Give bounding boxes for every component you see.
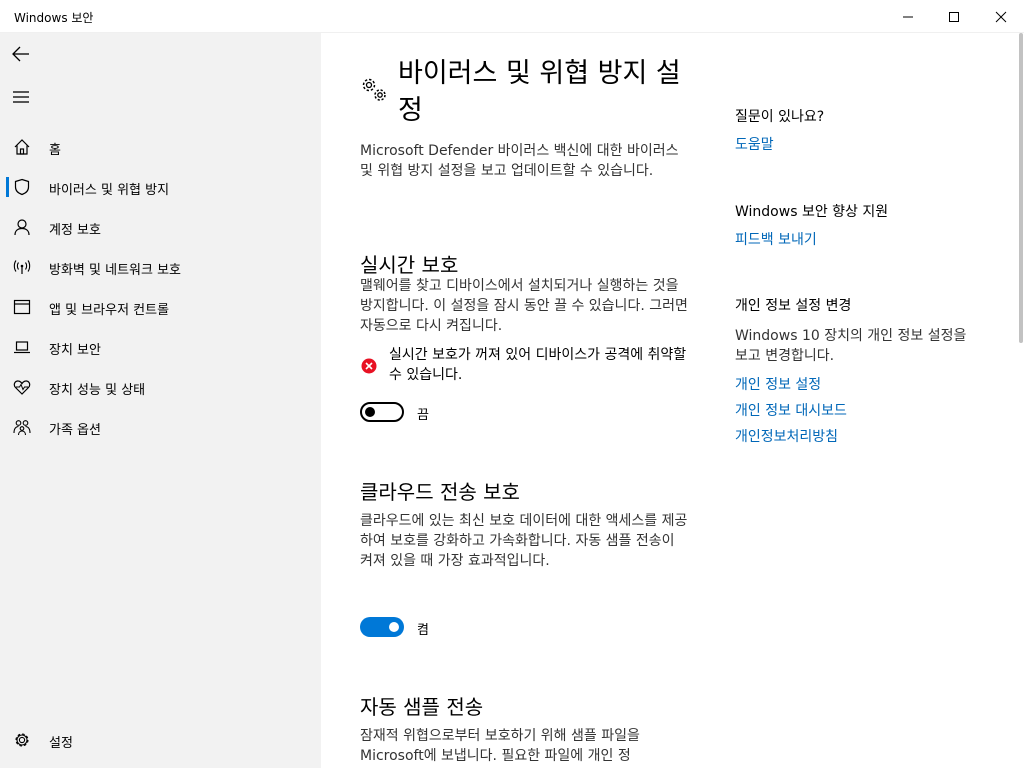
- back-arrow-icon: [12, 46, 29, 62]
- sidebar-item-label: 계정 보호: [49, 223, 101, 238]
- privacy-statement-link[interactable]: 개인정보처리방침: [735, 426, 838, 446]
- section-title-sample: 자동 샘플 전송: [360, 695, 484, 719]
- privacy-heading: 개인 정보 설정 변경: [735, 298, 852, 314]
- sidebar-item-label: 바이러스 및 위협 방지: [49, 183, 170, 198]
- warning-text: 실시간 보호가 꺼져 있어 디바이스가 공격에 취약할 수 있습니다.: [389, 347, 687, 383]
- cloud-protection-toggle[interactable]: [360, 617, 404, 637]
- section-title-cloud: 클라우드 전송 보호: [360, 480, 520, 504]
- help-link[interactable]: 도움말: [735, 134, 774, 154]
- sidebar-item-home[interactable]: 홈: [0, 127, 321, 167]
- settings-gears-icon: [360, 75, 390, 105]
- sidebar-item-device-security[interactable]: 장치 보안: [0, 327, 321, 367]
- improve-heading: Windows 보안 향상 지원: [735, 204, 889, 220]
- toggle-state-label: 끔: [417, 408, 429, 423]
- scrollbar[interactable]: [1018, 33, 1024, 768]
- sidebar: 홈 바이러스 및 위협 방지 계정 보호 방화벽 및 네트워크 보호 앱 및 브…: [0, 33, 321, 768]
- section-desc-cloud: 클라우드에 있는 최신 보호 데이터에 대한 액세스를 제공하여 보호를 강화하…: [360, 513, 688, 569]
- back-button[interactable]: [6, 39, 36, 69]
- toggle-knob: [365, 407, 375, 417]
- section-desc-sample: 잠재적 위협으로부터 보호하기 위해 샘플 파일을 Microsoft에 보냅니…: [360, 728, 640, 764]
- feedback-link[interactable]: 피드백 보내기: [735, 229, 817, 249]
- sidebar-nav: 홈 바이러스 및 위협 방지 계정 보호 방화벽 및 네트워크 보호 앱 및 브…: [0, 127, 321, 447]
- toggle-knob: [389, 622, 399, 632]
- sidebar-item-account-protection[interactable]: 계정 보호: [0, 207, 321, 247]
- close-button[interactable]: [978, 0, 1024, 33]
- person-icon: [13, 218, 31, 236]
- minimize-icon: [903, 16, 913, 17]
- maximize-icon: [949, 11, 959, 22]
- sidebar-item-family-options[interactable]: 가족 옵션: [0, 407, 321, 447]
- sidebar-item-label: 장치 성능 및 상태: [49, 383, 146, 398]
- sidebar-item-app-browser[interactable]: 앱 및 브라우저 컨트롤: [0, 287, 321, 327]
- sidebar-item-settings[interactable]: 설정: [0, 720, 321, 760]
- window-title: Windows 보안: [14, 11, 94, 25]
- family-icon: [13, 418, 31, 436]
- sidebar-item-label: 장치 보안: [49, 343, 101, 358]
- antenna-icon: [13, 258, 31, 276]
- page-title: 바이러스 및 위협 방지 설정: [398, 58, 681, 126]
- menu-button[interactable]: [6, 82, 36, 112]
- privacy-dashboard-link[interactable]: 개인 정보 대시보드: [735, 400, 847, 420]
- close-icon: [995, 11, 1007, 22]
- questions-heading: 질문이 있나요?: [735, 109, 825, 125]
- privacy-settings-link[interactable]: 개인 정보 설정: [735, 374, 821, 394]
- minimize-button[interactable]: [885, 0, 931, 33]
- realtime-protection-toggle[interactable]: [360, 402, 404, 422]
- sidebar-item-label: 방화벽 및 네트워크 보호: [49, 263, 181, 278]
- sidebar-item-label: 가족 옵션: [49, 423, 101, 438]
- shield-icon: [13, 178, 31, 196]
- sidebar-item-device-health[interactable]: 장치 성능 및 상태: [0, 367, 321, 407]
- sidebar-item-virus-protection[interactable]: 바이러스 및 위협 방지: [0, 167, 321, 207]
- laptop-icon: [13, 338, 31, 356]
- main-content: 바이러스 및 위협 방지 설정 Microsoft Defender 바이러스 …: [321, 33, 1024, 768]
- heart-pulse-icon: [13, 378, 31, 396]
- sidebar-item-label: 홈: [49, 143, 61, 158]
- section-title-realtime: 실시간 보호: [360, 253, 459, 277]
- section-desc-realtime: 맬웨어를 찾고 디바이스에서 설치되거나 실행하는 것을 방지합니다. 이 설정…: [360, 278, 688, 334]
- sidebar-item-firewall[interactable]: 방화벽 및 네트워크 보호: [0, 247, 321, 287]
- scrollbar-thumb[interactable]: [1019, 33, 1023, 343]
- maximize-button[interactable]: [931, 0, 977, 33]
- page-intro: Microsoft Defender 바이러스 백신에 대한 바이러스 및 위협…: [360, 143, 679, 179]
- gear-icon: [13, 731, 31, 749]
- error-icon: [361, 358, 377, 374]
- sidebar-item-label: 앱 및 브라우저 컨트롤: [49, 303, 170, 318]
- sidebar-item-label: 설정: [49, 736, 73, 751]
- privacy-text: Windows 10 장치의 개인 정보 설정을 보고 변경합니다.: [735, 328, 967, 364]
- home-icon: [13, 138, 31, 156]
- browser-window-icon: [13, 298, 31, 316]
- title-bar: Windows 보안: [0, 0, 1024, 33]
- toggle-state-label: 켬: [417, 623, 429, 638]
- hamburger-icon: [13, 91, 29, 103]
